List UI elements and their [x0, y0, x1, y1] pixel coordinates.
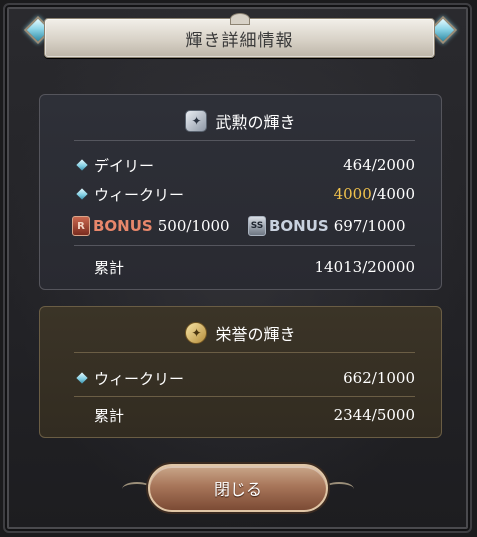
- buk-daily-row: デイリー 464/2000: [40, 153, 441, 177]
- diamond-bullet-icon: [76, 372, 88, 384]
- silver-bonus-badge-icon: SS: [248, 216, 266, 236]
- buk-header: ✦ 武勲の輝き: [40, 109, 441, 133]
- eiyo-weekly-value: 662/1000: [343, 369, 415, 387]
- eiyo-total-value: 2344/5000: [333, 406, 415, 424]
- buk-weekly-label: ウィークリー: [94, 185, 185, 204]
- buk-weekly-max: /4000: [371, 185, 415, 203]
- eiyo-total-row: 累計 2344/5000: [40, 403, 441, 427]
- eiyo-header: ✦ 栄誉の輝き: [40, 321, 441, 345]
- title-bar: 輝き詳細情報: [44, 13, 435, 58]
- bonus-silver-label: BONUS: [269, 217, 329, 235]
- buk-total-value: 14013/20000: [314, 258, 416, 276]
- buk-section: ✦ 武勲の輝き デイリー 464/2000 ウィークリー 4000/4000 R…: [39, 94, 442, 290]
- buk-weekly-current: 4000: [333, 185, 372, 203]
- close-button-wrap: 閉じる: [122, 464, 354, 512]
- bonus-red: R BONUS 500/1000: [72, 216, 230, 236]
- bonus-silver-value: 697/1000: [333, 217, 406, 235]
- gold-star-icon: ✦: [185, 322, 208, 344]
- dialog-title: 輝き詳細情報: [185, 30, 294, 51]
- bonus-red-value: 500/1000: [157, 217, 230, 235]
- buk-weekly-row: ウィークリー 4000/4000: [40, 182, 441, 206]
- buk-total-label: 累計: [94, 258, 125, 277]
- buk-daily-label: デイリー: [94, 156, 155, 175]
- divider: [74, 140, 415, 141]
- divider: [74, 352, 415, 353]
- buk-total-row: 累計 14013/20000: [40, 255, 441, 279]
- eiyo-weekly-label: ウィークリー: [94, 369, 185, 388]
- close-button[interactable]: 閉じる: [148, 464, 328, 512]
- eiyo-header-label: 栄誉の輝き: [215, 325, 296, 344]
- red-bonus-badge-icon: R: [72, 216, 90, 236]
- bonus-silver: SS BONUS 697/1000: [248, 216, 406, 236]
- buk-bonus-row: R BONUS 500/1000 SS BONUS 697/1000: [40, 214, 441, 238]
- flourish-right-icon: [324, 482, 354, 496]
- buk-daily-value: 464/2000: [343, 156, 415, 174]
- eiyo-section: ✦ 栄誉の輝き ウィークリー 662/1000 累計 2344/5000: [39, 306, 442, 438]
- eiyo-weekly-row: ウィークリー 662/1000: [40, 366, 441, 390]
- eiyo-total-label: 累計: [94, 406, 125, 425]
- buk-header-label: 武勲の輝き: [215, 113, 296, 132]
- bonus-red-label: BONUS: [93, 217, 153, 235]
- divider: [74, 396, 415, 397]
- star-shield-icon: ✦: [185, 110, 208, 132]
- buk-weekly-value: 4000/4000: [334, 185, 415, 203]
- divider: [74, 245, 415, 246]
- title-ornament-icon: [229, 13, 250, 25]
- diamond-bullet-icon: [76, 188, 88, 200]
- diamond-bullet-icon: [76, 159, 88, 171]
